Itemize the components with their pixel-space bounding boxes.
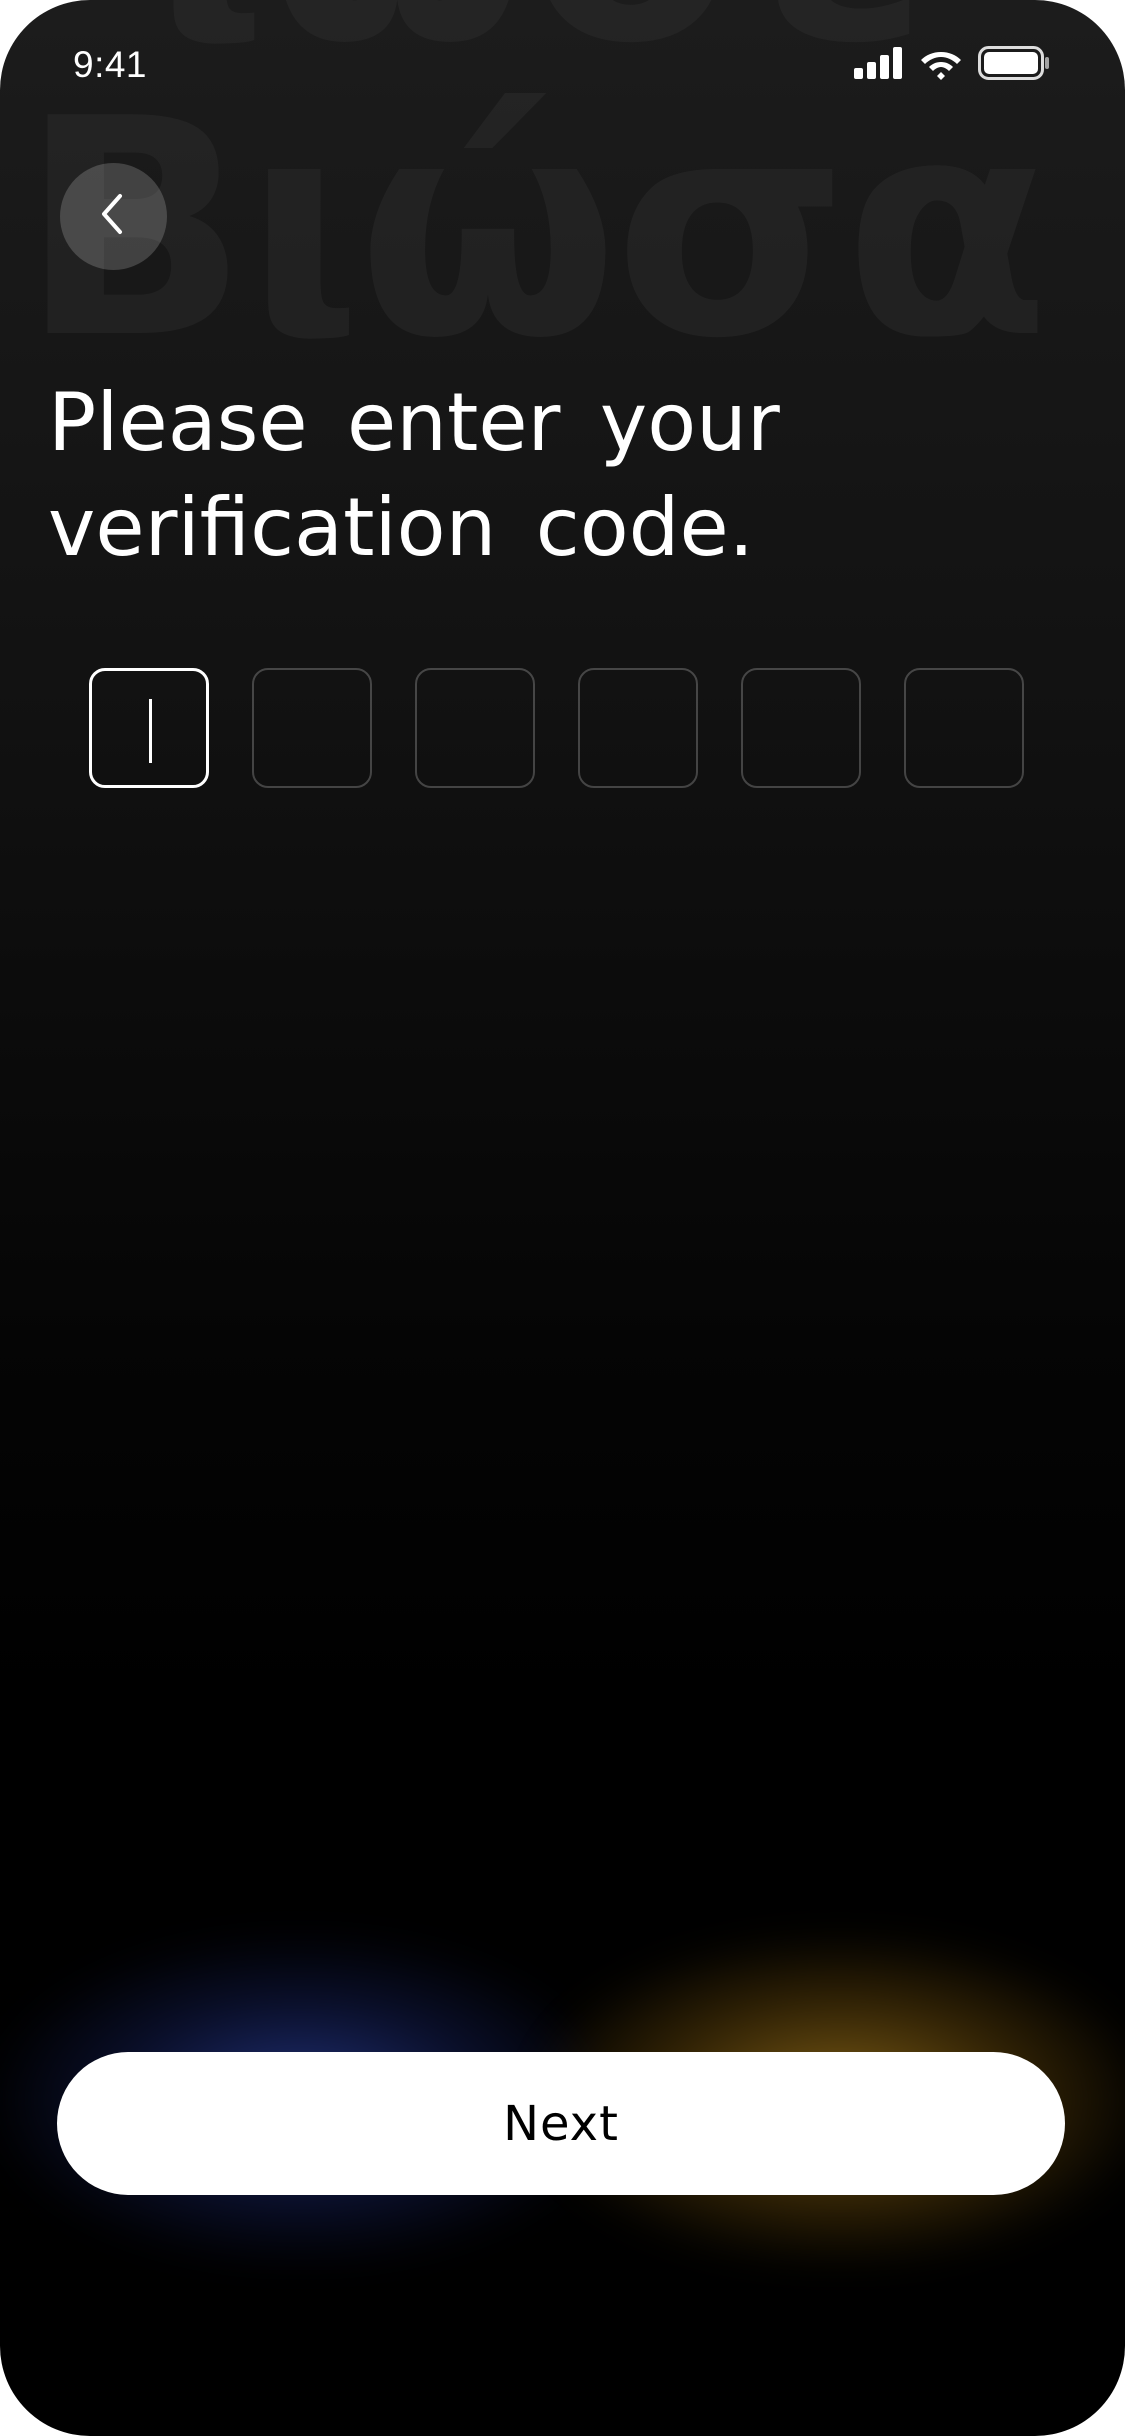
- verification-screen: ιώσε Βιώσα 9:41: [0, 0, 1125, 2436]
- page-title-line-2: verification code.: [48, 481, 755, 574]
- status-time: 9:41: [73, 44, 148, 85]
- page-title-line-1: Please enter your: [48, 376, 780, 469]
- code-digit-box-1[interactable]: [89, 668, 209, 788]
- code-digit-box-2[interactable]: [252, 668, 372, 788]
- code-digit-box-5[interactable]: [741, 668, 861, 788]
- status-bar: 9:41: [0, 0, 1125, 130]
- battery-icon: [978, 46, 1050, 85]
- code-digit-box-4[interactable]: [578, 668, 698, 788]
- back-button[interactable]: [60, 163, 167, 270]
- status-icons: [854, 46, 1050, 85]
- code-digit-box-3[interactable]: [415, 668, 535, 788]
- next-button-label: Next: [503, 2095, 619, 2152]
- next-button[interactable]: Next: [57, 2052, 1065, 2195]
- page-title: Please enter your verification code.: [48, 370, 808, 580]
- text-caret: [149, 699, 152, 763]
- code-digit-box-6[interactable]: [904, 668, 1024, 788]
- chevron-left-icon: [94, 190, 134, 243]
- cellular-signal-icon: [854, 47, 904, 84]
- verification-code-input: [89, 668, 1024, 788]
- wifi-icon: [918, 46, 964, 85]
